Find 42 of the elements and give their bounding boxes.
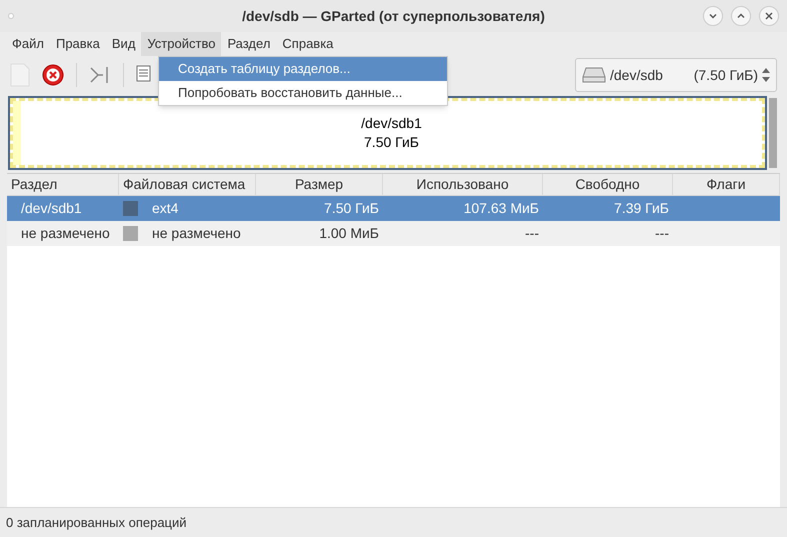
column-header[interactable]: Файловая система — [119, 174, 256, 195]
table-cell-text: /dev/sdb1 — [21, 199, 82, 218]
minimize-button[interactable] — [703, 6, 723, 26]
menu-item[interactable]: Правка — [50, 32, 106, 56]
device-selector[interactable]: /dev/sdb (7.50 ГиБ) — [575, 58, 777, 92]
table-cell-text: --- — [525, 224, 539, 243]
table-cell-text: 7.50 ГиБ — [324, 199, 379, 218]
delete-icon[interactable] — [42, 64, 64, 86]
close-button[interactable] — [759, 6, 779, 26]
chevron-up-icon — [737, 12, 745, 20]
menu-item[interactable]: Устройство — [141, 32, 222, 56]
hard-drive-icon — [582, 67, 606, 83]
column-header[interactable]: Флаги — [673, 174, 780, 195]
table-cell-text: не размечено — [152, 224, 241, 243]
apply-icon[interactable] — [89, 65, 111, 85]
table-cell-text: ext4 — [152, 199, 178, 218]
table-cell-text: 107.63 МиБ — [464, 199, 539, 218]
spinner-arrows-icon — [762, 68, 770, 82]
scrollbar — [769, 98, 777, 168]
table-row[interactable]: /dev/sdb1 ext4 7.50 ГиБ 107.63 МиБ 7.39 ГиБ — [7, 196, 780, 221]
menu-option[interactable]: Создать таблицу разделов... — [159, 57, 447, 81]
status-text: 0 запланированных операций — [6, 514, 187, 532]
chevron-down-icon — [709, 12, 717, 20]
window-title: /dev/sdb — GParted (от суперпользователя) — [242, 6, 545, 26]
menu-item[interactable]: Файл — [6, 32, 50, 56]
partition-size: 7.50 ГиБ — [364, 133, 419, 152]
partition-edge — [13, 101, 21, 165]
column-header[interactable]: Раздел — [7, 174, 119, 195]
table-cell-text: --- — [655, 224, 669, 243]
column-header[interactable]: Размер — [256, 174, 383, 195]
menu-item[interactable]: Справка — [276, 32, 340, 56]
maximize-button[interactable] — [731, 6, 751, 26]
table-cell-text: не размечено — [21, 224, 110, 243]
table-cell-text: 1.00 МиБ — [319, 224, 379, 243]
close-icon — [765, 12, 773, 20]
menu-item[interactable]: Вид — [106, 32, 142, 56]
menu-item[interactable]: Раздел — [221, 32, 276, 56]
partition-name: /dev/sdb1 — [361, 114, 422, 133]
column-header[interactable]: Свободно — [543, 174, 673, 195]
table-row[interactable]: не размечено не размечено 1.00 МиБ --- --- — [7, 221, 780, 246]
table-cell-text: 7.39 ГиБ — [614, 199, 669, 218]
column-header[interactable]: Использовано — [383, 174, 543, 195]
